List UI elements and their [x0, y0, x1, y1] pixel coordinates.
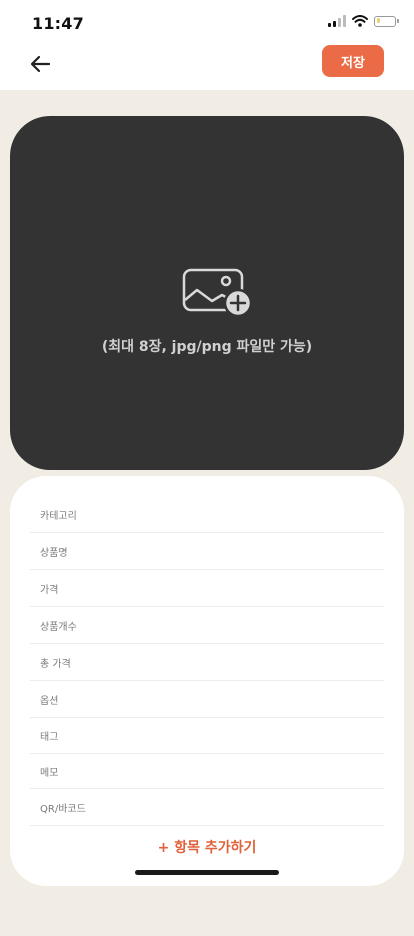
field-qr-barcode[interactable]: QR/바코드 [30, 789, 384, 826]
status-time: 11:47 [32, 14, 84, 33]
save-button[interactable]: 저장 [322, 45, 384, 77]
add-image-icon [182, 268, 253, 318]
field-product-name[interactable]: 상품명 [30, 533, 384, 570]
add-field-button[interactable]: + 항목 추가하기 [10, 837, 404, 857]
home-indicator [135, 870, 279, 875]
top-bar: 11:47 저장 [0, 0, 414, 90]
cellular-signal-icon [328, 15, 346, 27]
field-price[interactable]: 가격 [30, 570, 384, 607]
battery-icon [374, 15, 399, 27]
field-category[interactable]: 카테고리 [30, 497, 384, 533]
wifi-icon [352, 15, 368, 27]
field-memo[interactable]: 메모 [30, 754, 384, 789]
upload-hint: (최대 8장, jpg/png 파일만 가능) [101, 339, 313, 355]
back-button[interactable] [24, 48, 56, 80]
field-tag[interactable]: 태그 [30, 718, 384, 754]
field-option[interactable]: 옵션 [30, 681, 384, 718]
arrow-left-icon [30, 55, 51, 73]
status-icons [328, 15, 399, 27]
field-quantity[interactable]: 상품개수 [30, 607, 384, 644]
field-total-price[interactable]: 총 가격 [30, 644, 384, 681]
